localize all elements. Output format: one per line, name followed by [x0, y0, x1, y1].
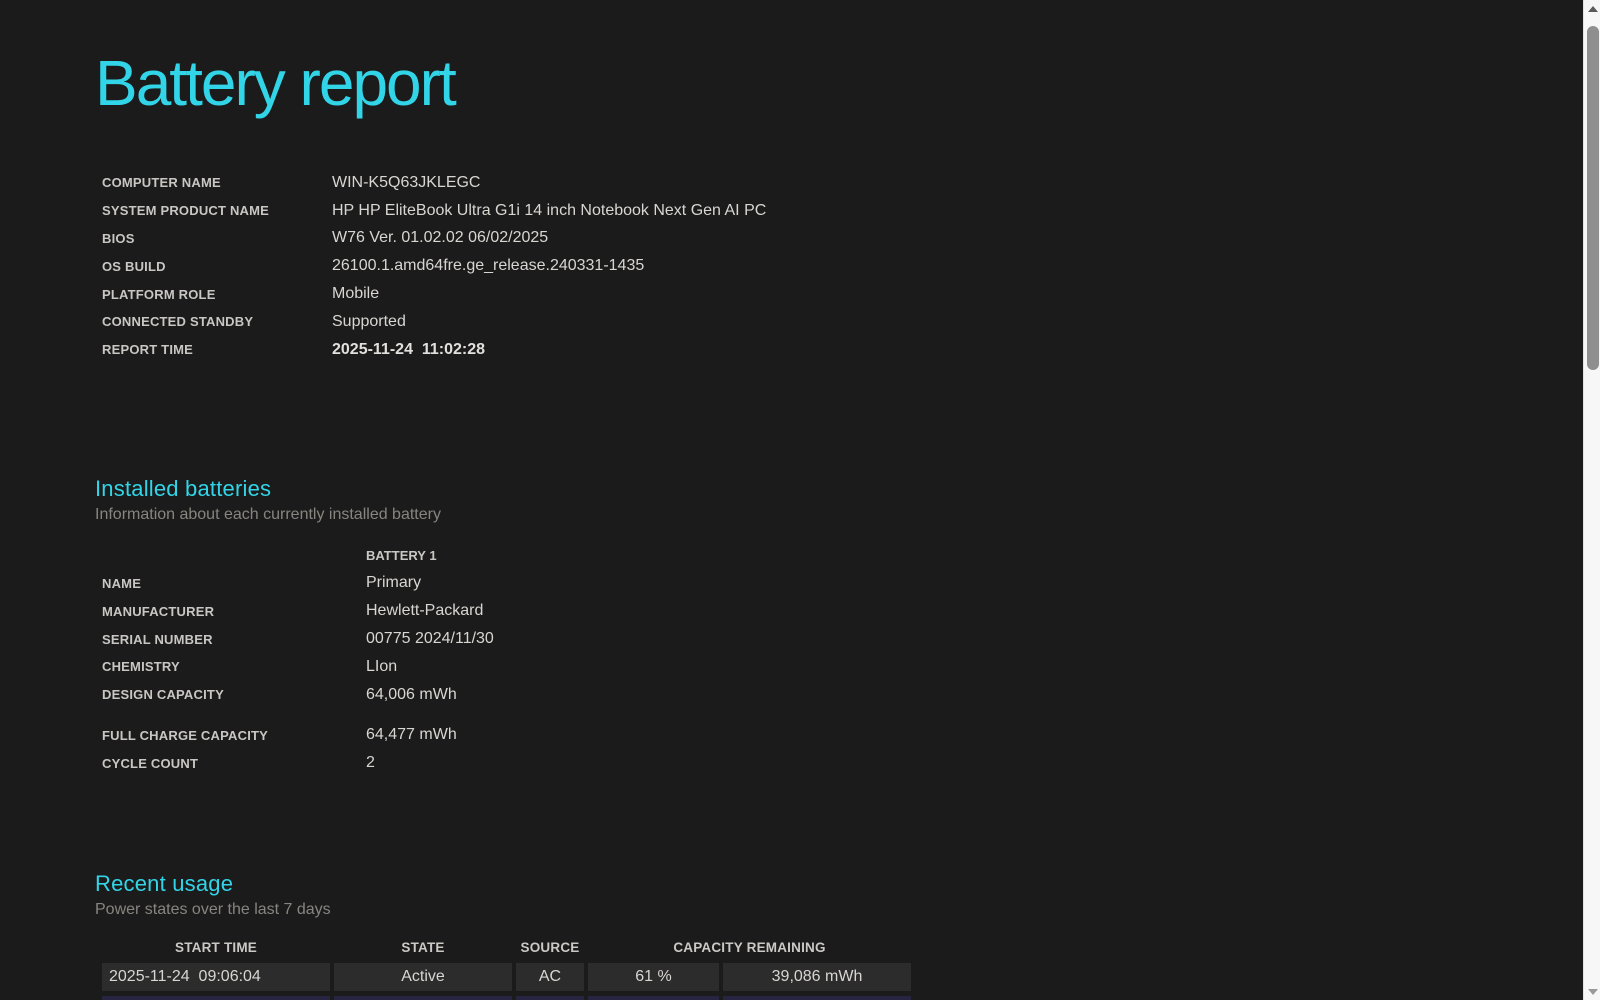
battery-report-page: Battery report COMPUTER NAME WIN-K5Q63JK…	[0, 0, 1583, 1000]
battery-value: 64,006 mWh	[366, 681, 494, 709]
usage-row-partial	[102, 996, 911, 1000]
recent-usage-table: START TIME STATE SOURCE CAPACITY REMAINI…	[98, 931, 915, 1000]
info-label: PLATFORM ROLE	[102, 280, 332, 308]
battery-value: 00775 2024/11/30	[366, 625, 494, 653]
table-row: DESIGN CAPACITY 64,006 mWh	[102, 681, 494, 709]
info-label: REPORT TIME	[102, 336, 332, 364]
page-title: Battery report	[95, 48, 1583, 118]
table-row: CYCLE COUNT 2	[102, 749, 457, 777]
table-row: COMPUTER NAME WIN-K5Q63JKLEGC	[102, 169, 766, 197]
column-header-state: STATE	[334, 936, 512, 958]
info-label: CONNECTED STANDBY	[102, 308, 332, 336]
column-header-start-time: START TIME	[102, 936, 330, 958]
battery-label: SERIAL NUMBER	[102, 625, 366, 653]
table-row: REPORT TIME 2025-11-24 11:02:28	[102, 336, 766, 364]
table-row: PLATFORM ROLE Mobile	[102, 280, 766, 308]
usage-start-time: 2025-11-24 09:06:04	[102, 963, 330, 991]
table-row: BIOS W76 Ver. 01.02.02 06/02/2025	[102, 225, 766, 253]
battery-value: Hewlett-Packard	[366, 597, 494, 625]
info-label: COMPUTER NAME	[102, 169, 332, 197]
table-row: FULL CHARGE CAPACITY 64,477 mWh	[102, 722, 457, 750]
battery-value: 2	[366, 749, 457, 777]
table-row: SYSTEM PRODUCT NAME HP HP EliteBook Ultr…	[102, 197, 766, 225]
installed-batteries-heading: Installed batteries	[95, 474, 1583, 504]
column-header-source: SOURCE	[516, 936, 584, 958]
battery-label: NAME	[102, 570, 366, 598]
battery-value: Primary	[366, 570, 494, 598]
battery-label: CYCLE COUNT	[102, 749, 366, 777]
usage-mwh: 39,086 mWh	[723, 963, 911, 991]
battery-column-header: BATTERY 1	[366, 542, 494, 570]
system-info-table: COMPUTER NAME WIN-K5Q63JKLEGC SYSTEM PRO…	[102, 169, 766, 364]
table-row: SERIAL NUMBER 00775 2024/11/30	[102, 625, 494, 653]
report-time-value: 2025-11-24 11:02:28	[332, 336, 766, 364]
usage-header-row: START TIME STATE SOURCE CAPACITY REMAINI…	[102, 936, 911, 958]
info-value: 26100.1.amd64fre.ge_release.240331-1435	[332, 252, 766, 280]
info-label: SYSTEM PRODUCT NAME	[102, 197, 332, 225]
usage-percent: 61 %	[588, 963, 719, 991]
info-label: OS BUILD	[102, 252, 332, 280]
usage-source: AC	[516, 963, 584, 991]
info-value: Mobile	[332, 280, 766, 308]
table-row: CONNECTED STANDBY Supported	[102, 308, 766, 336]
table-row: NAME Primary	[102, 570, 494, 598]
info-value: WIN-K5Q63JKLEGC	[332, 169, 766, 197]
scroll-down-arrow-icon	[1588, 989, 1598, 995]
scroll-up-button[interactable]	[1584, 0, 1600, 17]
info-label: BIOS	[102, 225, 332, 253]
recent-usage-subtitle: Power states over the last 7 days	[95, 899, 1583, 921]
table-row: MANUFACTURER Hewlett-Packard	[102, 597, 494, 625]
info-value: Supported	[332, 308, 766, 336]
battery-label: MANUFACTURER	[102, 597, 366, 625]
scroll-down-button[interactable]	[1584, 983, 1600, 1000]
battery-label: CHEMISTRY	[102, 653, 366, 681]
table-row: OS BUILD 26100.1.amd64fre.ge_release.240…	[102, 252, 766, 280]
vertical-scrollbar[interactable]	[1583, 0, 1600, 1000]
table-row: BATTERY 1	[102, 542, 494, 570]
battery-capacity-table: FULL CHARGE CAPACITY 64,477 mWh CYCLE CO…	[102, 722, 457, 778]
installed-batteries-table: BATTERY 1 NAME Primary MANUFACTURER Hewl…	[102, 542, 494, 709]
battery-label: FULL CHARGE CAPACITY	[102, 722, 366, 750]
table-row: CHEMISTRY LIon	[102, 653, 494, 681]
usage-row: 2025-11-24 09:06:04 Active AC 61 % 39,08…	[102, 963, 911, 991]
scroll-up-arrow-icon	[1588, 6, 1598, 12]
info-value: W76 Ver. 01.02.02 06/02/2025	[332, 225, 766, 253]
column-header-capacity-remaining: CAPACITY REMAINING	[588, 936, 911, 958]
info-value: HP HP EliteBook Ultra G1i 14 inch Notebo…	[332, 197, 766, 225]
recent-usage-heading: Recent usage	[95, 869, 1583, 899]
battery-value: 64,477 mWh	[366, 722, 457, 750]
battery-label: DESIGN CAPACITY	[102, 681, 366, 709]
installed-batteries-subtitle: Information about each currently install…	[95, 504, 1583, 526]
scrollbar-thumb[interactable]	[1587, 26, 1599, 370]
usage-state: Active	[334, 963, 512, 991]
battery-value: LIon	[366, 653, 494, 681]
